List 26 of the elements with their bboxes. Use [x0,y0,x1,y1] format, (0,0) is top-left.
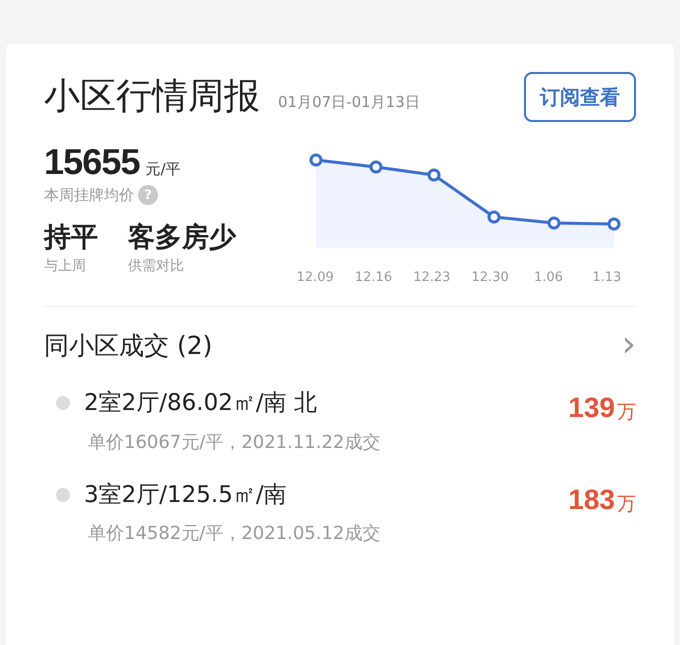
stat-label: 与上周 [44,257,87,276]
axis-label: 12.23 [412,269,452,287]
axis-label: 12.09 [296,269,335,287]
average-price: 15655 [44,144,140,180]
price-unit: 万 [617,403,636,422]
price-unit: 万 [617,494,636,514]
axis-label: 1.13 [591,269,622,287]
deal-detail: 单价16067元/平，2021.11.22成交 [88,430,382,454]
axis-label: 12.30 [470,269,510,287]
axis-label: 1.06 [533,269,564,287]
axis-label: 12.16 [354,269,394,287]
price-label: 本周挂牌均价 [44,185,134,206]
deal-detail: 单价14582元/平，2021.05.12成交 [88,522,382,546]
deal-price: 183 [568,486,615,514]
stat-label: 供需对比 [128,257,185,276]
stat-value: 持平 [44,220,98,254]
report-title: 小区行情周报 [44,79,260,115]
deal-price: 139 [568,394,615,422]
deal-layout[interactable]: 3室2厅/125.5㎡/南 [84,478,568,512]
chevron-icon[interactable]: › [622,327,636,364]
price-unit: 元/平 [146,158,181,180]
stat-value: 客多房少 [128,220,236,254]
deal-layout[interactable]: 2室2厅/86.02㎡/南 北 [84,386,568,420]
subscribe-button[interactable]: 订阅查看 [524,72,636,122]
date-range: 01月07日-01月13日 [278,92,420,113]
section-title: 同小区成交 (2) [44,330,212,362]
